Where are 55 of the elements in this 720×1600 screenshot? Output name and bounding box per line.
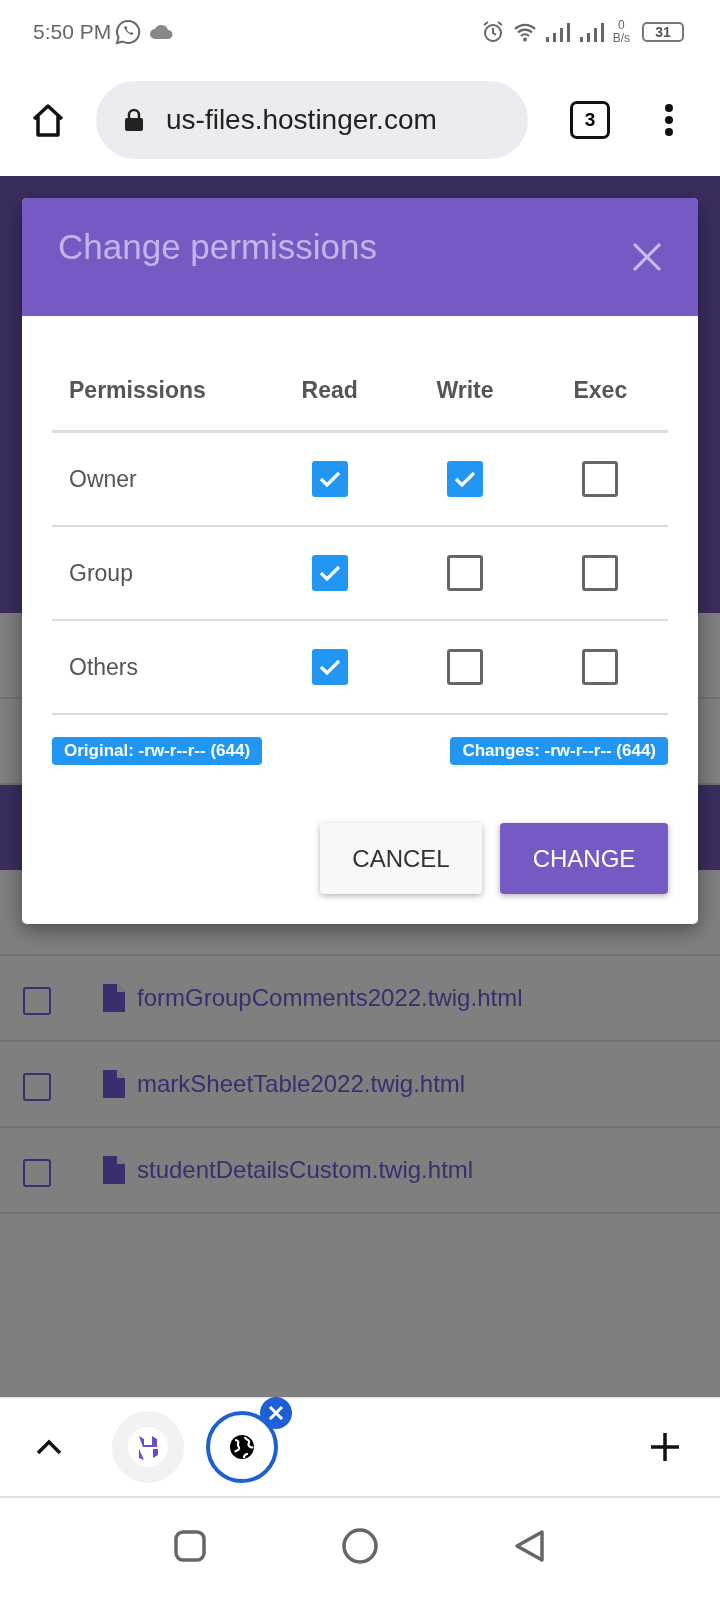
battery-icon: 31 bbox=[642, 22, 684, 42]
permission-checkbox[interactable] bbox=[311, 555, 348, 591]
more-icon[interactable] bbox=[664, 103, 674, 137]
row-label: Others bbox=[68, 653, 140, 681]
tab-count-button[interactable]: 3 bbox=[570, 101, 610, 139]
file-checkbox[interactable] bbox=[23, 1159, 51, 1187]
address-bar[interactable]: us-files.hostinger.com bbox=[96, 81, 528, 159]
original-mode-label: Original: -rw-r--r-- (644) bbox=[52, 737, 263, 765]
column-header: Exec bbox=[572, 376, 629, 404]
file-name[interactable]: formGroupComments2022.twig.html bbox=[137, 984, 523, 1012]
permission-checkbox[interactable] bbox=[311, 461, 348, 497]
file-checkbox[interactable] bbox=[23, 1073, 51, 1101]
row-label: Owner bbox=[68, 465, 138, 493]
dialog-title: Change permissions bbox=[58, 227, 378, 267]
file-checkbox[interactable] bbox=[23, 987, 51, 1015]
file-name[interactable]: markSheetTable2022.twig.html bbox=[137, 1070, 466, 1098]
home-icon[interactable] bbox=[30, 103, 66, 137]
net-speed-unit: B/s bbox=[612, 32, 630, 45]
check-icon bbox=[318, 564, 341, 582]
back-icon[interactable] bbox=[514, 1529, 546, 1563]
file-icon bbox=[103, 984, 125, 1012]
permission-checkbox[interactable] bbox=[447, 555, 483, 591]
signal-icon bbox=[578, 22, 605, 42]
file-icon bbox=[103, 1156, 125, 1184]
globe-icon bbox=[229, 1434, 255, 1460]
permission-checkbox[interactable] bbox=[582, 649, 619, 685]
cancel-button[interactable]: CANCEL bbox=[320, 823, 482, 894]
logo-icon bbox=[128, 1427, 168, 1467]
wifi-icon bbox=[512, 22, 537, 42]
column-header: Read bbox=[300, 376, 359, 404]
check-icon bbox=[454, 470, 476, 488]
status-time: 5:50 PM bbox=[33, 20, 112, 44]
chat-app-icon bbox=[115, 19, 142, 45]
net-speed-value: 0 bbox=[618, 19, 625, 32]
column-header: Write bbox=[435, 376, 495, 404]
signal-icon bbox=[544, 22, 571, 42]
changes-mode-label: Changes: -rw-r--r-- (644) bbox=[450, 737, 668, 765]
permission-checkbox[interactable] bbox=[447, 649, 483, 685]
permission-checkbox[interactable] bbox=[311, 649, 348, 685]
check-icon bbox=[318, 658, 341, 676]
row-label: Group bbox=[68, 559, 134, 587]
column-header: Permissions bbox=[68, 376, 207, 404]
plus-icon[interactable] bbox=[650, 1432, 680, 1462]
lock-icon bbox=[124, 108, 144, 132]
check-icon bbox=[318, 470, 341, 488]
file-name[interactable]: studentDetailsCustom.twig.html bbox=[137, 1156, 474, 1184]
close-icon[interactable] bbox=[260, 1397, 292, 1429]
permission-checkbox[interactable] bbox=[447, 461, 483, 497]
close-icon[interactable] bbox=[632, 242, 662, 272]
file-icon bbox=[103, 1070, 125, 1098]
chevron-up-icon[interactable] bbox=[36, 1439, 62, 1455]
permission-checkbox[interactable] bbox=[582, 461, 619, 497]
change-button[interactable]: CHANGE bbox=[500, 823, 668, 894]
recents-icon[interactable] bbox=[174, 1530, 206, 1562]
permission-checkbox[interactable] bbox=[582, 555, 619, 591]
